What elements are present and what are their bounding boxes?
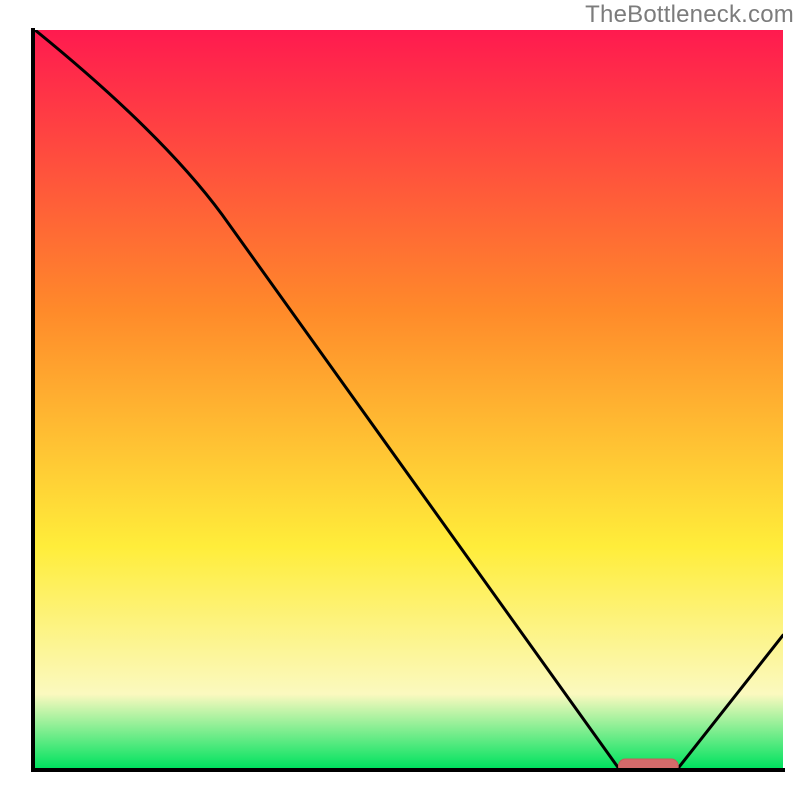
bottleneck-chart [0, 0, 800, 800]
chart-container: TheBottleneck.com [0, 0, 800, 800]
heatmap-background [35, 30, 783, 768]
watermark-text: TheBottleneck.com [585, 1, 794, 29]
